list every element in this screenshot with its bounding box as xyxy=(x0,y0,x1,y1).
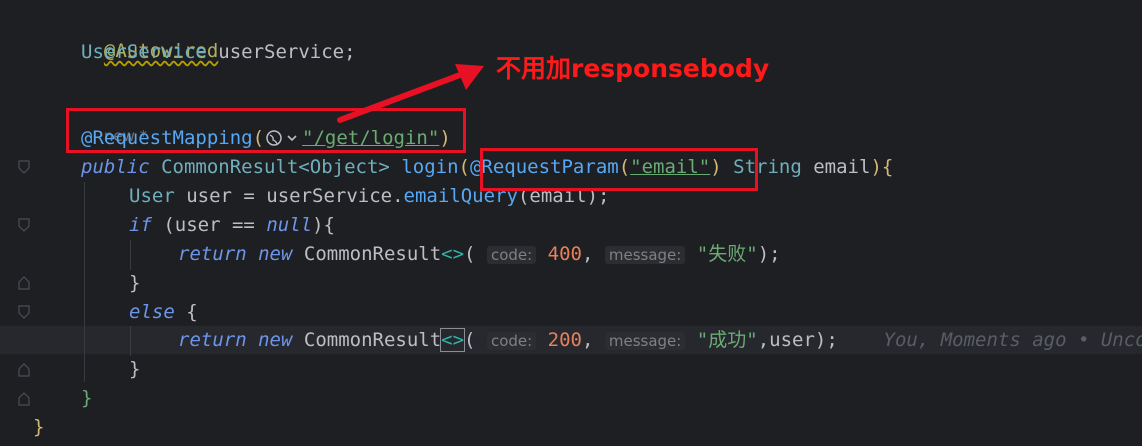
annotation-callout: 不用加responsebody xyxy=(496,54,770,83)
